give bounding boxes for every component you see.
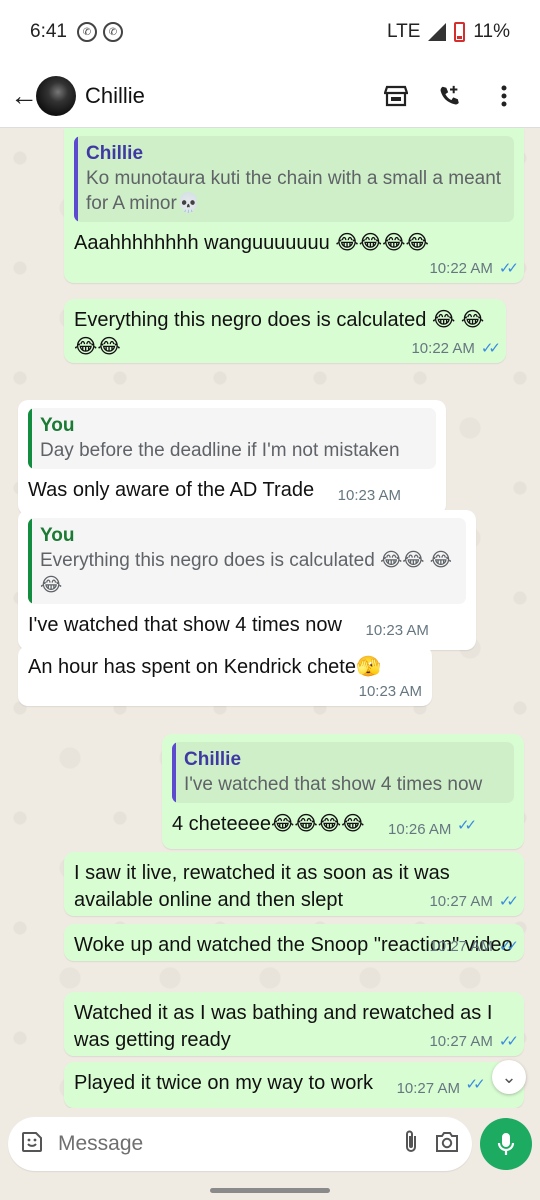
mic-button[interactable] [480,1118,532,1170]
message-bubble-incoming[interactable]: You Everything this negro does is calcul… [18,510,476,650]
message-bubble-outgoing[interactable]: Chillie I've watched that show 4 times n… [162,734,524,849]
composer [0,1108,540,1180]
message-time: 10:27 AM [429,937,493,955]
message-bubble-outgoing[interactable]: Played it twice on my way to work 10:27 … [64,1062,524,1108]
chat-header: ← Chillie [0,64,540,128]
system-navigation-bar [0,1180,540,1200]
message-time: 10:27 AM [396,1080,460,1097]
battery-icon [454,22,466,42]
message-bubble-outgoing[interactable]: Woke up and watched the Snoop "reaction"… [64,924,524,961]
network-type: LTE [386,21,421,42]
read-receipt-icon: ✓✓ [498,260,519,277]
message-text: Aaahhhhhhhh wanguuuuuuu 😂😂😂😂 [74,232,429,254]
message-text: An hour has spent on Kendrick chete🫣 [28,656,381,678]
message-bubble-outgoing[interactable]: I saw it live, rewatched it as soon as i… [64,852,524,916]
message-time: 10:22 AM [429,259,493,277]
quoted-message[interactable]: Chillie Ko munotaura kuti the chain with… [74,136,514,222]
message-time: 10:23 AM [365,622,429,639]
message-time: 10:23 AM [337,487,402,504]
read-receipt-icon: ✓✓ [498,893,519,910]
message-bubble-incoming[interactable]: You Day before the deadline if I'm not m… [18,400,446,515]
quoted-text: I've watched that show 4 times now [184,774,483,795]
store-icon[interactable] [384,84,408,108]
message-text: Played it twice on my way to work [74,1072,373,1094]
read-receipt-icon: ✓✓ [498,938,519,955]
more-vert-icon[interactable] [492,84,516,108]
mic-icon [497,1133,515,1155]
message-bubble-outgoing[interactable]: Watched it as I was bathing and rewatche… [64,992,524,1056]
add-call-icon[interactable] [438,84,462,108]
read-receipt-icon: ✓✓ [465,1076,486,1093]
home-gesture-handle[interactable] [210,1188,330,1193]
attach-icon[interactable] [402,1129,420,1160]
message-bubble-incoming[interactable]: An hour has spent on Kendrick chete🫣 10:… [18,646,432,706]
quoted-text: Day before the deadline if I'm not mista… [40,440,400,461]
read-receipt-icon: ✓✓ [498,1033,519,1050]
message-time: 10:22 AM [411,339,475,357]
quoted-sender: You [40,415,75,436]
message-text: 4 cheteeee😂😂😂😂 [172,813,365,835]
back-arrow-icon[interactable]: ← [10,80,38,112]
message-bubble-outgoing[interactable]: Everything this negro does is calculated… [64,299,506,363]
signal-icon [428,23,447,41]
quoted-message[interactable]: You Everything this negro does is calcul… [28,518,466,604]
read-receipt-icon: ✓✓ [480,340,501,357]
quoted-sender: Chillie [184,749,242,770]
status-time: 6:41 [30,21,67,42]
message-time: 10:27 AM [429,1032,493,1050]
message-input-container [8,1117,473,1171]
quoted-sender: You [40,525,75,546]
camera-icon[interactable] [434,1131,460,1158]
quoted-text: Ko munotaura kuti the chain with a small… [86,168,502,214]
quoted-message[interactable]: Chillie I've watched that show 4 times n… [172,742,514,803]
scroll-to-bottom-button[interactable]: ⌄ [492,1060,526,1094]
message-time: 10:26 AM [388,821,452,838]
battery-level: 11% [473,21,510,42]
message-input[interactable] [58,1132,389,1156]
message-text: Was only aware of the AD Trade [28,479,315,501]
whatsapp-notification-icon-2: ✆ [102,22,123,42]
read-receipt-icon: ✓✓ [456,817,477,834]
quoted-text: Everything this negro does is calculated… [40,550,452,596]
message-text: I've watched that show 4 times now [28,614,342,636]
contact-name[interactable]: Chillie [85,83,145,109]
message-bubble-outgoing[interactable]: Chillie Ko munotaura kuti the chain with… [64,128,524,283]
message-time: 10:27 AM [429,892,493,910]
whatsapp-notification-icon: ✆ [76,22,97,42]
message-list[interactable]: Chillie Ko munotaura kuti the chain with… [0,128,540,1108]
sticker-icon[interactable] [20,1130,44,1159]
quoted-message[interactable]: You Day before the deadline if I'm not m… [28,408,436,469]
message-time: 10:23 AM [358,683,422,700]
quoted-sender: Chillie [86,143,144,164]
status-bar: 6:41 ✆ ✆ LTE 11% [0,0,540,64]
double-chevron-down-icon: ⌄ [501,1066,517,1087]
avatar[interactable] [36,75,76,116]
